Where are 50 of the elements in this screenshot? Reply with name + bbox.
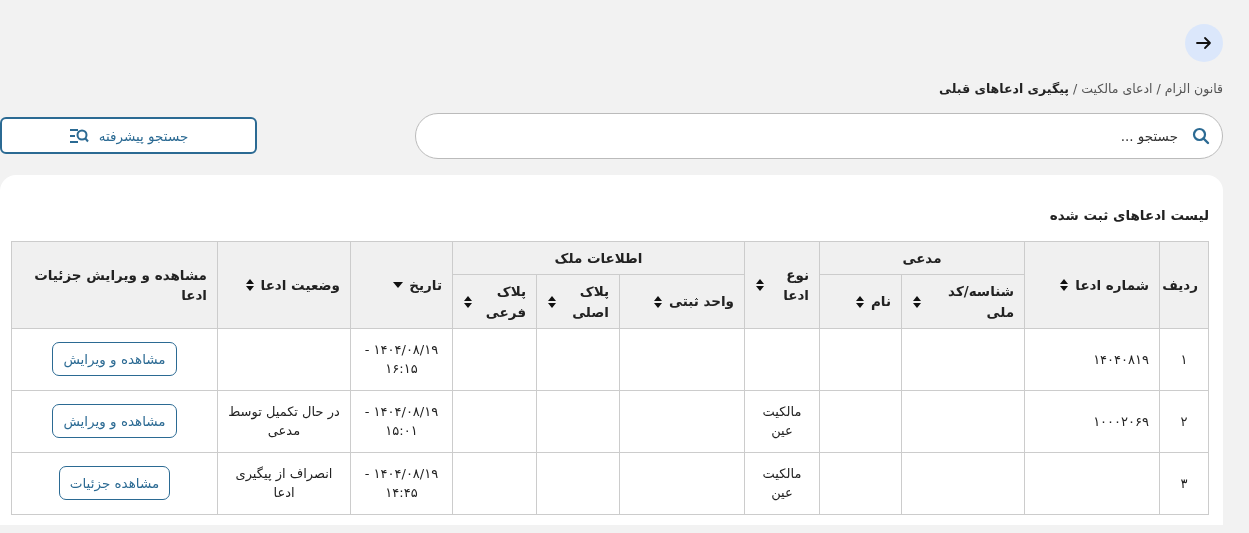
table-cell: ۱۴۰۴/۰۸/۱۹ - ۱۶:۱۵ <box>364 341 439 377</box>
table-cell: ۲ <box>1180 413 1188 429</box>
column-header: تاریخ <box>409 275 442 295</box>
search-field[interactable]: جستجو ... <box>415 112 1223 159</box>
sort-icon[interactable] <box>244 277 255 292</box>
column-header: پلاک فرعی <box>484 282 526 322</box>
sort-icon[interactable] <box>547 294 557 309</box>
advanced-search-button[interactable]: جستجو پیشرفته <box>0 117 257 155</box>
column-header: نوع ادعا <box>782 265 809 305</box>
table-cell: ۱۴۰۴/۰۸/۱۹ - ۱۵:۰۱ <box>364 403 439 439</box>
table-cell: ۱۴۰۴۰۸۱۹ <box>1093 351 1149 367</box>
breadcrumb-separator: / <box>1156 80 1161 98</box>
breadcrumb-item: پیگیری ادعاهای قبلی <box>939 80 1069 98</box>
search-input[interactable]: جستجو ... <box>428 124 1180 147</box>
sort-icon[interactable] <box>1059 277 1070 292</box>
column-header: ردیف <box>1162 275 1198 295</box>
view-button[interactable]: مشاهده جزئیات <box>58 466 171 501</box>
breadcrumb-item[interactable]: ادعای مالکیت <box>1081 80 1153 99</box>
sort-icon[interactable] <box>463 294 473 309</box>
view-button[interactable]: مشاهده و ویرایش <box>52 404 177 439</box>
back-button[interactable] <box>1185 24 1223 62</box>
column-header: نام <box>870 292 891 312</box>
table-cell: ۱ <box>1180 351 1188 367</box>
breadcrumb-item[interactable]: قانون الزام <box>1164 80 1223 99</box>
view-button[interactable]: مشاهده و ویرایش <box>52 342 177 377</box>
column-header: وضعیت ادعا <box>260 275 340 295</box>
table-cell: ۳ <box>1180 475 1188 491</box>
sort-icon[interactable] <box>755 277 765 292</box>
breadcrumb-separator: / <box>1072 80 1078 98</box>
sort-descending-icon[interactable] <box>393 281 404 288</box>
column-header: مشاهده و ویرایش جزئیات ادعا <box>33 265 207 305</box>
column-header: شناسه/کد ملی <box>947 282 1014 322</box>
table-cell: در حال تکمیل توسط مدعی <box>228 403 340 439</box>
sort-icon[interactable] <box>854 294 865 309</box>
table-cell: انصراف از پیگیری ادعا <box>235 465 333 501</box>
table-cell: مالکیت عین <box>762 403 802 439</box>
search-icon <box>1192 126 1210 145</box>
column-header: واحد ثبتی <box>669 292 734 312</box>
column-header: شماره ادعا <box>1075 275 1149 295</box>
table-cell: ۱۴۰۴/۰۸/۱۹ - ۱۴:۴۵ <box>364 465 439 501</box>
column-group-header: اطلاعات ملک <box>554 250 643 266</box>
table-title: لیست ادعاهای ثبت شده <box>1048 205 1209 225</box>
table-cell: مالکیت عین <box>762 465 802 501</box>
arrow-icon <box>1195 34 1213 52</box>
sort-icon[interactable] <box>653 294 663 309</box>
column-group-header: مدعی <box>902 250 942 266</box>
sort-icon[interactable] <box>912 294 922 309</box>
filter-search-icon <box>68 127 89 144</box>
table-cell: ۱۰۰۰۲۰۶۹ <box>1093 413 1149 429</box>
column-header: پلاک اصلی <box>571 282 609 322</box>
